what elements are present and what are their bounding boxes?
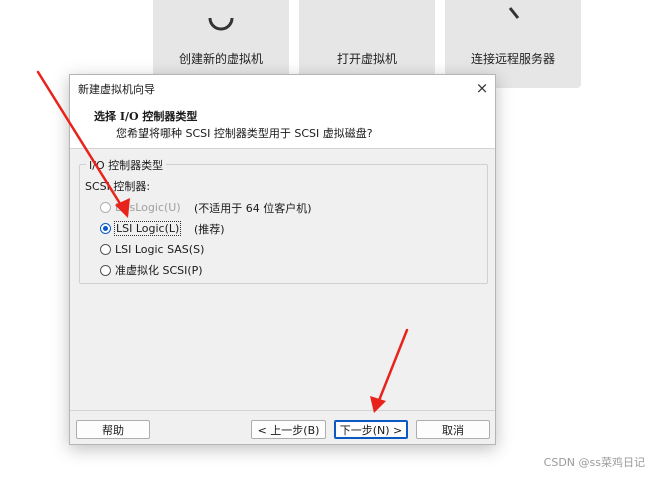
radio-buslogic-button (100, 201, 111, 213)
scsi-controller-label: SCSI 控制器: (85, 180, 151, 193)
back-button[interactable]: < 上一步(B) (251, 420, 326, 439)
footer-separator (70, 410, 495, 411)
radio-lsi-logic-sas[interactable]: LSI Logic SAS(S) (100, 241, 204, 257)
radio-buslogic-label: BusLogic(U) (115, 200, 181, 214)
wizard-header: 选择 I/O 控制器类型 您希望将哪种 SCSI 控制器类型用于 SCSI 虚拟… (70, 101, 495, 149)
remote-server-icon (508, 7, 520, 19)
io-controller-groupbox: I/O 控制器类型 SCSI 控制器: BusLogic(U) (不适用于 64… (79, 157, 488, 284)
radio-lsi-logic-label[interactable]: LSI Logic(L) (113, 220, 182, 236)
radio-paravirtual-scsi-button[interactable] (100, 264, 111, 276)
radio-lsi-logic[interactable]: LSI Logic(L) (100, 220, 182, 236)
csdn-watermark: CSDN @ss菜鸡日记 (543, 456, 645, 469)
radio-lsi-logic-button[interactable] (100, 222, 111, 234)
open-vm-label: 打开虚拟机 (336, 52, 397, 66)
close-icon[interactable]: × (469, 75, 495, 101)
radio-paravirtual-scsi-label[interactable]: 准虚拟化 SCSI(P) (115, 262, 203, 278)
radio-buslogic: BusLogic(U) (100, 199, 181, 215)
radio-lsi-logic-sas-button[interactable] (100, 243, 111, 255)
lsi-logic-note: (推荐) (194, 223, 225, 236)
wizard-step-title: 选择 I/O 控制器类型 (94, 110, 198, 123)
radio-lsi-logic-sas-label[interactable]: LSI Logic SAS(S) (115, 243, 204, 256)
create-vm-icon (208, 17, 234, 31)
radio-paravirtual-scsi[interactable]: 准虚拟化 SCSI(P) (100, 262, 203, 278)
io-controller-group-title: I/O 控制器类型 (86, 157, 167, 173)
wizard-step-subtitle: 您希望将哪种 SCSI 控制器类型用于 SCSI 虚拟磁盘? (116, 127, 373, 140)
next-button[interactable]: 下一步(N) > (334, 420, 408, 439)
cancel-button[interactable]: 取消 (416, 420, 490, 439)
dialog-titlebar[interactable]: 新建虚拟机向导 × (70, 75, 495, 101)
buslogic-note: (不适用于 64 位客户机) (194, 202, 312, 215)
new-vm-wizard-dialog: 新建虚拟机向导 × 选择 I/O 控制器类型 您希望将哪种 SCSI 控制器类型… (69, 74, 496, 445)
create-vm-label: 创建新的虚拟机 (178, 52, 263, 66)
help-button[interactable]: 帮助 (76, 420, 150, 439)
connect-remote-server-label: 连接远程服务器 (470, 52, 555, 66)
dialog-title: 新建虚拟机向导 (78, 83, 155, 96)
